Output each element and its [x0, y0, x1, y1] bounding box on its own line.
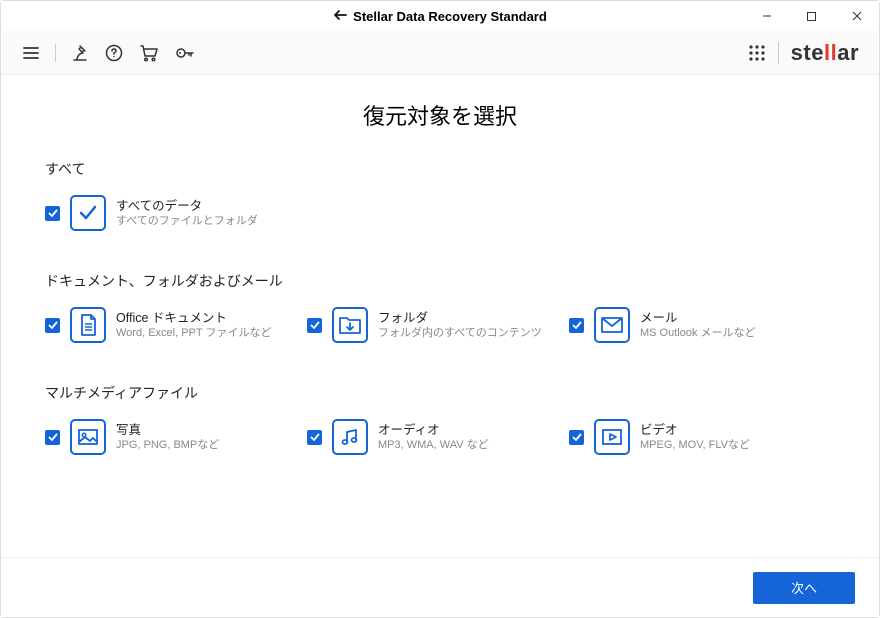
window-title-wrap: Stellar Data Recovery Standard [333, 9, 547, 24]
toolbar-divider [55, 44, 56, 62]
option-video-label: ビデオ [640, 422, 750, 438]
option-photo-label: 写真 [116, 422, 219, 438]
option-all-label: すべてのデータ [116, 198, 258, 214]
window-controls [744, 1, 879, 31]
section-media: マルチメディアファイル 写真 JPG, PNG, BMPなど [45, 383, 835, 455]
section-media-header: マルチメディアファイル [45, 383, 835, 403]
titlebar: Stellar Data Recovery Standard [1, 1, 879, 31]
option-office-label: Office ドキュメント [116, 310, 271, 326]
option-folder-desc: フォルダ内のすべてのコンテンツ [378, 326, 542, 340]
logo-pre: ste [791, 40, 824, 65]
footer: 次へ [1, 557, 879, 617]
toolbar-divider [778, 42, 779, 64]
document-icon [70, 307, 106, 343]
window-title: Stellar Data Recovery Standard [353, 9, 547, 24]
brand-logo: stellar [791, 40, 859, 66]
toolbar: stellar [1, 31, 879, 75]
main-content: 復元対象を選択 すべて すべてのデータ すべてのファイルとフォルダ ドキュメント… [1, 75, 879, 455]
checkbox-office[interactable] [45, 318, 60, 333]
option-audio-desc: MP3, WMA, WAV など [378, 438, 489, 452]
key-icon[interactable] [174, 43, 196, 63]
checkbox-folder[interactable] [307, 318, 322, 333]
section-docs: ドキュメント、フォルダおよびメール Office ドキュメント Word, Ex… [45, 271, 835, 343]
option-mail: メール MS Outlook メールなど [569, 307, 831, 343]
apps-grid-icon[interactable] [748, 44, 766, 62]
audio-icon [332, 419, 368, 455]
option-photo: 写真 JPG, PNG, BMPなど [45, 419, 307, 455]
checkbox-mail[interactable] [569, 318, 584, 333]
option-mail-label: メール [640, 310, 756, 326]
checkbox-all-data[interactable] [45, 206, 60, 221]
option-all-desc: すべてのファイルとフォルダ [116, 214, 258, 228]
mail-icon [594, 307, 630, 343]
checkbox-photo[interactable] [45, 430, 60, 445]
cart-icon[interactable] [138, 43, 160, 63]
photo-icon [70, 419, 106, 455]
option-video-desc: MPEG, MOV, FLVなど [640, 438, 750, 452]
option-office: Office ドキュメント Word, Excel, PPT ファイルなど [45, 307, 307, 343]
help-icon[interactable] [104, 43, 124, 63]
microscope-icon[interactable] [70, 43, 90, 63]
page-title: 復元対象を選択 [45, 99, 835, 131]
checkbox-video[interactable] [569, 430, 584, 445]
next-button[interactable]: 次へ [753, 572, 855, 604]
logo-mid: ll [824, 40, 837, 65]
option-video: ビデオ MPEG, MOV, FLVなど [569, 419, 831, 455]
logo-post: ar [837, 40, 859, 65]
menu-icon[interactable] [21, 43, 41, 63]
checkbox-audio[interactable] [307, 430, 322, 445]
option-audio: オーディオ MP3, WMA, WAV など [307, 419, 569, 455]
option-folder-label: フォルダ [378, 310, 542, 326]
option-all-data: すべてのデータ すべてのファイルとフォルダ [45, 195, 307, 231]
option-office-desc: Word, Excel, PPT ファイルなど [116, 326, 271, 340]
option-folder: フォルダ フォルダ内のすべてのコンテンツ [307, 307, 569, 343]
option-audio-label: オーディオ [378, 422, 489, 438]
option-photo-desc: JPG, PNG, BMPなど [116, 438, 219, 452]
close-button[interactable] [834, 1, 879, 31]
maximize-button[interactable] [789, 1, 834, 31]
section-all: すべて すべてのデータ すべてのファイルとフォルダ [45, 159, 835, 231]
section-all-header: すべて [45, 159, 835, 179]
all-data-icon [70, 195, 106, 231]
minimize-button[interactable] [744, 1, 789, 31]
back-icon[interactable] [333, 9, 347, 24]
option-mail-desc: MS Outlook メールなど [640, 326, 756, 340]
folder-icon [332, 307, 368, 343]
video-icon [594, 419, 630, 455]
section-docs-header: ドキュメント、フォルダおよびメール [45, 271, 835, 291]
